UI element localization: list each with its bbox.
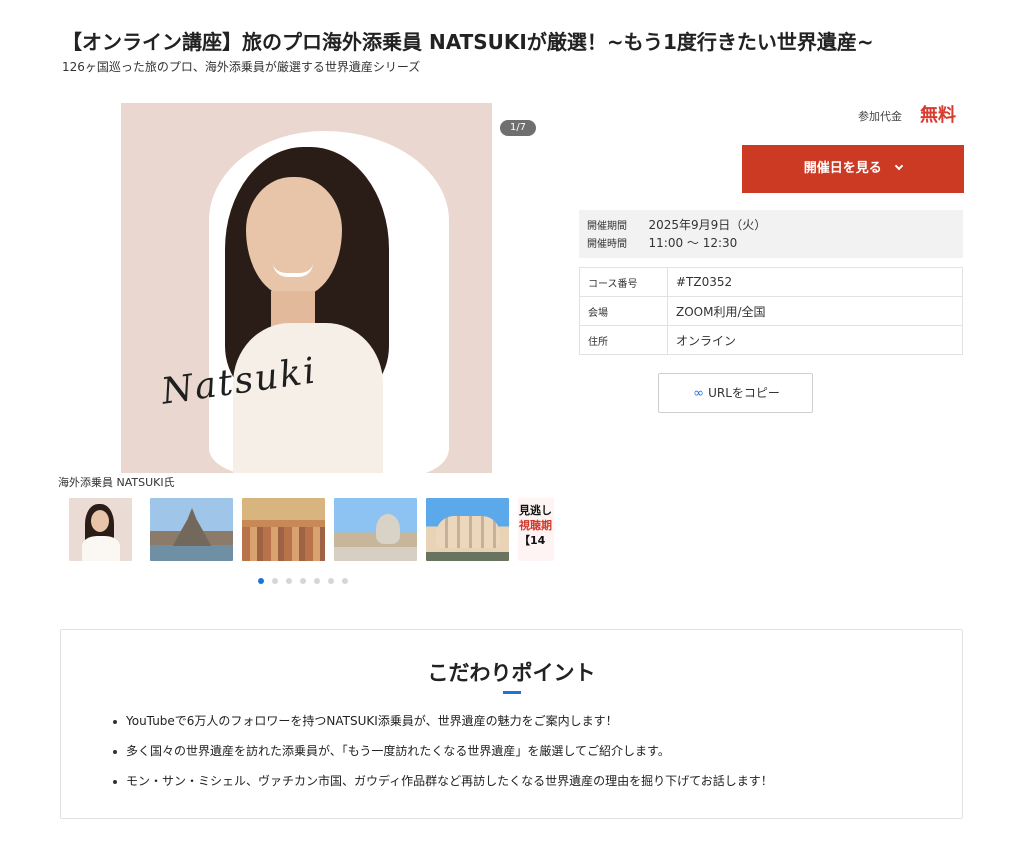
copy-url-button[interactable]: ∞ URLをコピー	[658, 373, 813, 413]
schedule-period-row: 開催期間 2025年9月9日（火）	[587, 216, 963, 234]
page-title: 【オンライン講座】旅のプロ海外添乗員 NATSUKIが厳選！~もう1度行きたい世…	[62, 30, 874, 54]
portrait-face	[246, 177, 342, 297]
promo-text: 見逃し 視聴期 【14	[519, 503, 552, 548]
course-details-table: コース番号 #TZ0352 会場 ZOOM利用/全国 住所 オンライン	[579, 267, 963, 355]
promo-line-2: 視聴期	[519, 519, 552, 532]
pagination-dot-2[interactable]	[272, 578, 278, 584]
venue-row: 会場 ZOOM利用/全国	[579, 296, 963, 326]
course-number-label: コース番号	[579, 267, 668, 297]
thumbnail-gaudi[interactable]	[426, 498, 509, 561]
view-dates-label: 開催日を見る	[803, 161, 882, 176]
pagination-dot-4[interactable]	[300, 578, 306, 584]
feature-points-list: YouTubeで6万人のフォロワーを持つNATSUKI添乗員が、世界遺産の魅力を…	[113, 712, 773, 802]
thumbnail-strip: 見逃し 視聴期 【14	[69, 498, 554, 561]
pagination-dot-5[interactable]	[314, 578, 320, 584]
page-subtitle: 126ヶ国巡った旅のプロ、海外添乗員が厳選する世界遺産シリーズ	[62, 60, 421, 74]
view-dates-button[interactable]: 開催日を見る	[742, 145, 964, 193]
price-value: 無料	[920, 105, 956, 126]
image-counter: 1/7	[500, 120, 536, 136]
feature-points-title: こだわりポイント	[427, 661, 596, 685]
feature-point-item: 多く国々の世界遺産を訪れた添乗員が、「もう一度訪れたくなる世界遺産」を厳選してご…	[113, 742, 773, 772]
address-value: オンライン	[667, 325, 963, 355]
promo-line-1: 見逃し	[519, 504, 552, 517]
schedule-time-label: 開催時間	[587, 239, 627, 250]
address-label: 住所	[579, 325, 668, 355]
mont-saint-michel-shape	[173, 508, 211, 546]
thumbnail-mont-saint-michel[interactable]	[150, 498, 233, 561]
feature-point-item: モン・サン・ミシェル、ヴァチカン市国、ガウディ作品群など再訪したくなる世界遺産の…	[113, 772, 773, 802]
address-row: 住所 オンライン	[579, 325, 963, 355]
thumbnail-promo[interactable]: 見逃し 視聴期 【14	[518, 498, 554, 561]
gaudi-building-shape	[436, 516, 500, 548]
vatican-dome-shape	[376, 514, 400, 544]
course-number-row: コース番号 #TZ0352	[579, 267, 963, 297]
pagination-dot-1[interactable]	[258, 578, 264, 584]
promo-line-3: 【14	[519, 534, 546, 547]
feature-title-underline	[503, 691, 521, 694]
venue-label: 会場	[579, 296, 668, 326]
gallery-pagination	[258, 578, 358, 586]
pagination-dot-3[interactable]	[286, 578, 292, 584]
image-caption: 海外添乗員 NATSUKI氏	[58, 476, 175, 489]
copy-url-label: URLをコピー	[708, 386, 780, 400]
city-rooftops-shape	[242, 527, 325, 561]
venue-value: ZOOM利用/全国	[667, 296, 963, 326]
schedule-time-row: 開催時間 11:00 〜 12:30	[587, 234, 963, 252]
thumbnail-city-rooftops[interactable]	[242, 498, 325, 561]
pagination-dot-7[interactable]	[342, 578, 348, 584]
feature-point-item: YouTubeで6万人のフォロワーを持つNATSUKI添乗員が、世界遺産の魅力を…	[113, 712, 773, 742]
thumbnail-vatican[interactable]	[334, 498, 417, 561]
schedule-panel: 開催期間 2025年9月9日（火） 開催時間 11:00 〜 12:30	[579, 210, 963, 258]
thumbnail-person-top	[82, 536, 120, 561]
feature-points-section: こだわりポイント YouTubeで6万人のフォロワーを持つNATSUKI添乗員が…	[60, 629, 963, 819]
thumbnail-person[interactable]	[69, 498, 132, 561]
schedule-period-value: 2025年9月9日（火）	[648, 218, 767, 232]
price-label: 参加代金	[858, 110, 902, 123]
chevron-down-icon	[895, 161, 904, 171]
main-gallery-image[interactable]: Natsuki	[121, 103, 492, 473]
link-icon: ∞	[693, 386, 705, 401]
course-number-value: #TZ0352	[667, 267, 963, 297]
thumbnail-person-face	[91, 510, 109, 532]
pagination-dot-6[interactable]	[328, 578, 334, 584]
schedule-time-value: 11:00 〜 12:30	[648, 236, 738, 250]
